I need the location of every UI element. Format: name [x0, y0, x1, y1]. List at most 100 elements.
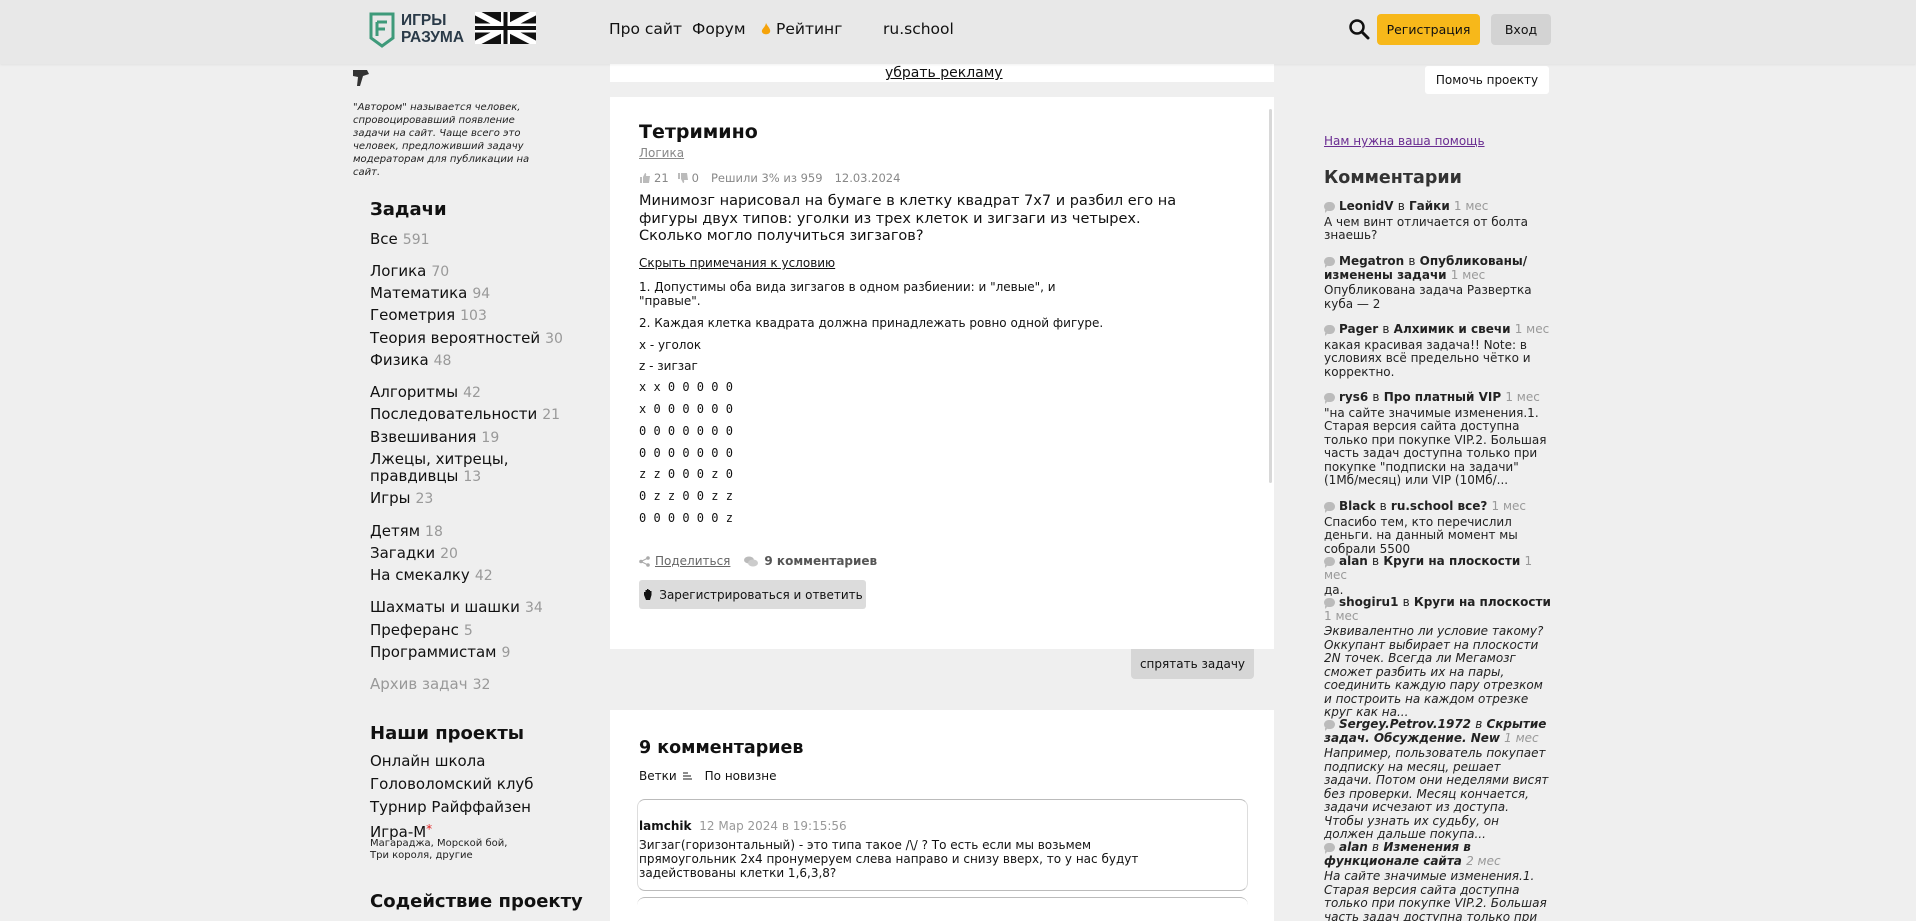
comment-text: Зигзаг(горизонтальный) - это типа такое … [639, 838, 1139, 880]
grid-row: x x 0 0 0 0 0 [639, 380, 733, 394]
comment-bubble-icon [1324, 257, 1335, 268]
share-icon [639, 555, 650, 567]
sidebar-comment[interactable]: shogiru1 в Круги на плоскости 1 мес Экви… [1324, 595, 1552, 720]
sidebar-comment[interactable]: alan в Изменения в функционале сайта 2 м… [1324, 840, 1552, 921]
solved-stat: Решили 3% из 959 [710, 171, 823, 185]
project-puzzle-club[interactable]: Головоломский клуб [370, 776, 534, 793]
category-all[interactable]: Все 591 [370, 231, 430, 249]
comment-time: 12 Мар 2024 в 19:15:56 [699, 819, 847, 833]
category-probability[interactable]: Теория вероятностей 30 [370, 330, 563, 348]
category-archive[interactable]: Архив задач 32 [370, 676, 490, 694]
comment-bubble-icon [1324, 720, 1335, 731]
need-help-link[interactable]: Нам нужна ваша помощь [1324, 134, 1485, 148]
note-legend-corner: х - уголок [639, 338, 702, 352]
sidebar-comment[interactable]: Pager в Алхимик и свечи 1 мес какая крас… [1324, 322, 1552, 379]
search-icon[interactable] [1348, 18, 1370, 40]
sidebar-comment[interactable]: LeonidV в Гайки 1 мес А чем винт отличае… [1324, 199, 1552, 243]
nav-ru-school[interactable]: ru.school [883, 20, 954, 38]
category-riddles[interactable]: Загадки 20 [370, 545, 458, 563]
nav-forum[interactable]: Форум [692, 20, 746, 38]
category-programmers[interactable]: Программистам 9 [370, 644, 510, 662]
sidebar-comment[interactable]: Black в ru.school все? 1 мес Спасибо тем… [1324, 499, 1552, 556]
category-math[interactable]: Математика 94 [370, 285, 490, 303]
project-online-school[interactable]: Онлайн школа [370, 753, 485, 770]
comment-bubble-icon [1324, 843, 1335, 854]
hide-task-button[interactable]: спрятать задачу [1131, 649, 1254, 679]
category-weighings[interactable]: Взвешивания 19 [370, 429, 499, 447]
grid-row: 0 0 0 0 0 0 z [639, 511, 733, 525]
new-star-mark: * [426, 822, 433, 836]
sidebar-comment[interactable]: Sergey.Petrov.1972 в Скрытие задач. Обсу… [1324, 717, 1552, 842]
comment-author[interactable]: lamchik [639, 819, 691, 833]
category-kids[interactable]: Детям 18 [370, 523, 443, 541]
grid-row: z z 0 0 0 z 0 [639, 467, 733, 481]
category-logic[interactable]: Логика 70 [370, 263, 449, 281]
comment-bubble-icon [1324, 557, 1335, 568]
sidebar-comment[interactable]: rys6 в Про платный VIP 1 мес "на сайте з… [1324, 390, 1552, 488]
nav-about[interactable]: Про сайт [609, 20, 682, 38]
note-1-line-2: "правые". [639, 294, 701, 308]
task-date: 12.03.2024 [834, 171, 901, 185]
support-heading: Содействие проекту [370, 891, 583, 912]
hand-icon [644, 589, 652, 600]
category-liars[interactable]: Лжецы, хитрецы, правдивцы 13 [370, 451, 509, 486]
comments-sort: Ветки По новизне [639, 769, 777, 783]
category-games[interactable]: Игры 23 [370, 490, 433, 508]
thumbs-down-icon[interactable] [677, 172, 689, 184]
note-2: 2. Каждая клетка квадрата должна принадл… [639, 316, 1104, 330]
nav-rating[interactable]: Рейтинг [761, 20, 842, 38]
category-sequences[interactable]: Последовательности 21 [370, 406, 560, 424]
comments-count-link[interactable]: 9 комментариев [764, 554, 877, 568]
logo-shield-icon [369, 12, 395, 48]
english-flag-icon[interactable] [475, 12, 536, 44]
dislikes-count: 0 [691, 171, 699, 185]
comment-bubble-icon [1324, 598, 1335, 609]
sidebar-comment[interactable]: Megatron в Опубликованы/изменены задачи … [1324, 254, 1552, 311]
task-statement: Минимозг нарисовал на бумаге в клетку кв… [639, 193, 1177, 244]
category-algorithms[interactable]: Алгоритмы 42 [370, 384, 481, 402]
site-header: ИГРЫ РАЗУМА Про сайт Форум Рейтинг ru.sc… [0, 0, 1916, 64]
hide-notes-link[interactable]: Скрыть примечания к условию [639, 256, 835, 270]
task-actions: Поделиться 9 комментариев [639, 554, 877, 568]
comment-bubble-icon [1324, 393, 1335, 404]
login-button[interactable]: Вход [1491, 14, 1551, 45]
nav-rating-label: Рейтинг [776, 20, 843, 38]
author-note: "Автором" называется человек, спровоциро… [353, 102, 530, 178]
grid-row: 0 0 0 0 0 0 0 [639, 424, 733, 438]
thumbs-up-icon[interactable] [639, 172, 651, 184]
tree-sort-icon[interactable] [682, 771, 693, 781]
note-legend-zigzag: z - зигзаг [639, 359, 698, 373]
logo-text-line1: ИГРЫ [401, 12, 447, 29]
tasks-heading: Задачи [370, 199, 447, 220]
project-raiffeisen[interactable]: Турнир Райффайзен [370, 799, 531, 816]
task-scrollbar[interactable] [1269, 109, 1272, 483]
sidebar-comment[interactable]: alan в Круги на плоскости 1 мес да. [1324, 554, 1552, 598]
comment-bubble-icon [1324, 325, 1335, 336]
help-project-button[interactable]: Помочь проекту [1425, 66, 1549, 94]
comment-bubble-icon [1324, 502, 1335, 513]
comments-title: 9 комментариев [639, 738, 804, 758]
task-category-link[interactable]: Логика [639, 146, 684, 160]
category-chess[interactable]: Шахматы и шашки 34 [370, 599, 543, 617]
grid-row: x 0 0 0 0 0 0 [639, 402, 733, 416]
task-stats: 21 0 Решили 3% из 959 12.03.2024 [639, 171, 900, 185]
share-link[interactable]: Поделиться [655, 554, 730, 568]
remove-ads-link[interactable]: убрать рекламу [885, 65, 1003, 81]
category-geometry[interactable]: Геометрия 103 [370, 307, 487, 325]
register-reply-button[interactable]: Зарегистрироваться и ответить [639, 580, 866, 609]
likes-count: 21 [654, 171, 669, 185]
threads-toggle[interactable]: Ветки [639, 769, 677, 783]
grid-row: 0 0 0 0 0 0 0 [639, 446, 733, 460]
comment-header: lamchik 12 Мар 2024 в 19:15:56 [639, 819, 847, 833]
comment-item-next [637, 897, 1248, 921]
grid-row: 0 z z 0 0 z z [639, 489, 733, 503]
register-button[interactable]: Регистрация [1377, 14, 1480, 45]
project-igra-m-games: Магараджа, Морской бой, Три короля, друг… [370, 838, 508, 861]
category-wit[interactable]: На смекалку 42 [370, 567, 493, 585]
sort-newest[interactable]: По новизне [705, 769, 777, 783]
category-preference[interactable]: Преферанс 5 [370, 622, 473, 640]
pointing-hand-icon [353, 70, 369, 86]
projects-heading: Наши проекты [370, 723, 525, 744]
category-physics[interactable]: Физика 48 [370, 352, 451, 370]
flame-icon [761, 22, 771, 34]
